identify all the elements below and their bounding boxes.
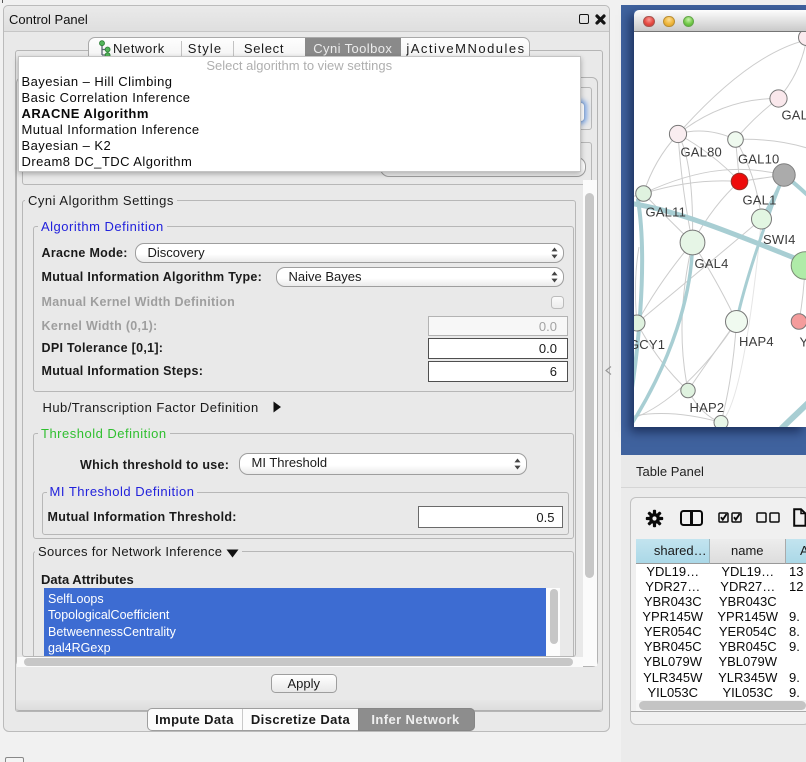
svg-text:GAL1: GAL1 — [742, 193, 776, 208]
svg-text:GAL10: GAL10 — [738, 152, 779, 167]
svg-text:GCY1: GCY1 — [634, 337, 665, 352]
svg-text:GAL4: GAL4 — [694, 256, 728, 271]
svg-text:SWI4: SWI4 — [763, 232, 796, 247]
svg-text:GAL80: GAL80 — [680, 145, 721, 160]
svg-text:GAL11: GAL11 — [645, 205, 686, 220]
svg-text:HAP4: HAP4 — [739, 334, 774, 349]
svg-text:HAP2: HAP2 — [689, 400, 724, 415]
svg-text:GAL7: GAL7 — [781, 108, 806, 123]
svg-text:YO: YO — [799, 335, 806, 350]
